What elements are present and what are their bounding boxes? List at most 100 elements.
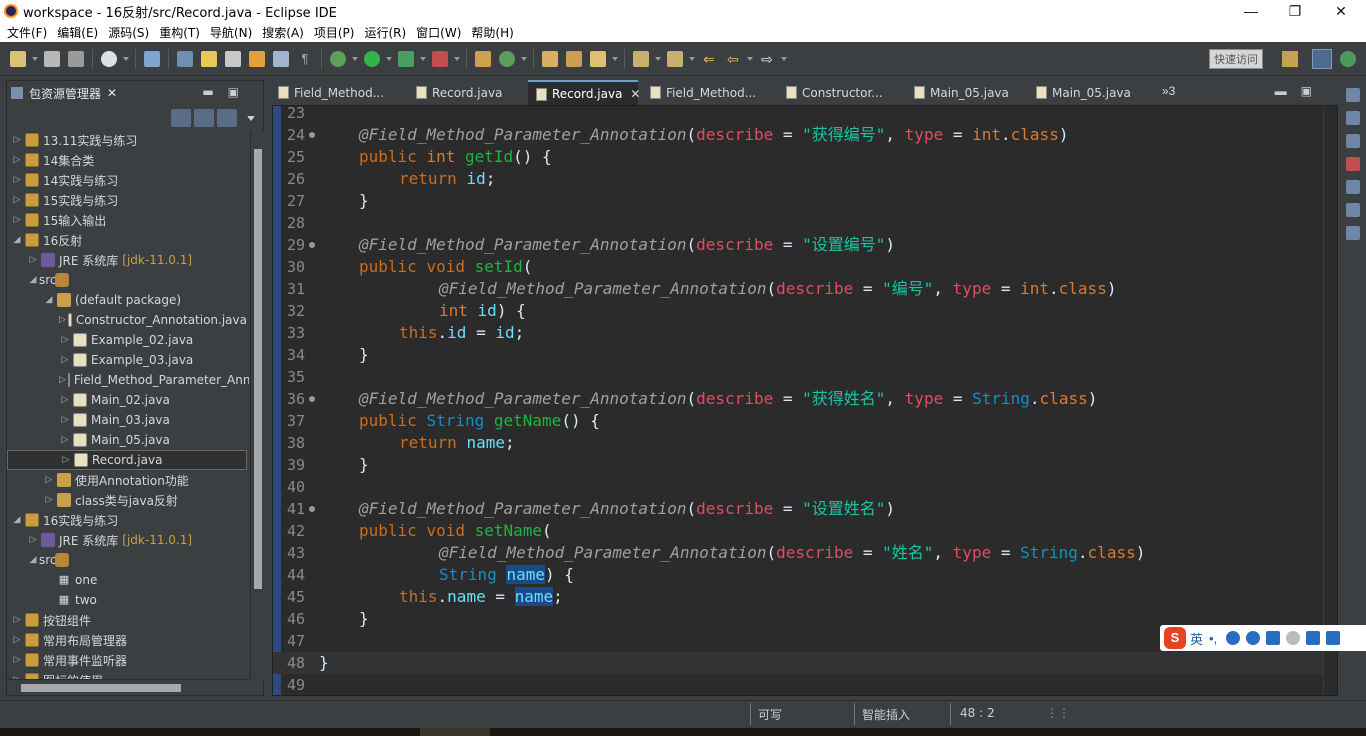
debug-icon[interactable] (330, 50, 346, 67)
tree-item[interactable]: ◢ src (7, 270, 247, 290)
console-icon[interactable] (1346, 226, 1360, 240)
tree-item[interactable]: ▷ Constructor_Annotation.java (7, 310, 247, 330)
problems-icon[interactable] (1346, 157, 1360, 171)
expand-arrow-icon[interactable]: ◢ (27, 555, 39, 565)
expand-arrow-icon[interactable]: ▷ (59, 395, 71, 405)
expand-arrow-icon[interactable]: ◢ (11, 515, 23, 525)
new-class-icon[interactable] (499, 50, 515, 67)
skip-breakpoints-icon[interactable] (144, 50, 160, 67)
expand-arrow-icon[interactable]: ▷ (59, 335, 71, 345)
code-line[interactable]: 31 @Field_Method_Parameter_Annotation(des… (273, 278, 1323, 300)
taskbar-item[interactable] (420, 728, 490, 736)
word-wrap-icon[interactable] (249, 50, 265, 67)
tree-item[interactable]: ▷ 13.11实践与练习 (7, 131, 247, 150)
dropdown-icon[interactable] (781, 56, 787, 61)
dropdown-icon[interactable] (420, 56, 426, 61)
tree-vertical-scrollbar[interactable] (250, 131, 264, 679)
menu-edit[interactable]: 编辑(E) (52, 24, 103, 41)
scroll-thumb[interactable] (21, 684, 181, 692)
open-package-icon[interactable] (566, 50, 582, 67)
code-line[interactable]: 26 return id; (273, 168, 1323, 190)
task-list-icon[interactable] (1346, 111, 1360, 125)
code-line[interactable]: 30 public void setId( (273, 256, 1323, 278)
close-tab-icon[interactable]: ✕ (630, 87, 640, 101)
java-perspective-icon[interactable] (1312, 49, 1332, 69)
tree-item[interactable]: ▷ Record.java (7, 450, 247, 470)
code-line[interactable]: 33 this.id = id; (273, 322, 1323, 344)
tree-item[interactable]: ▷ JRE 系统库 [jdk-11.0.1] (7, 250, 247, 270)
code-line[interactable]: 27} (273, 190, 1323, 212)
close-view-icon[interactable]: ✕ (107, 86, 117, 100)
expand-arrow-icon[interactable]: ▷ (11, 615, 23, 625)
tree-item[interactable]: ▷ Main_05.java (7, 430, 247, 450)
mark-occurrences-icon[interactable] (201, 50, 217, 67)
package-explorer-title[interactable]: 包资源管理器 (29, 85, 101, 102)
dropdown-icon[interactable] (747, 56, 753, 61)
link-with-editor-icon[interactable] (194, 109, 214, 127)
menu-navigate[interactable]: 导航(N) (205, 24, 257, 41)
tree-item[interactable]: ▷ 按钮组件 (7, 610, 247, 630)
run-icon[interactable] (364, 50, 380, 67)
expand-arrow-icon[interactable]: ▷ (27, 255, 39, 265)
expand-arrow-icon[interactable]: ▷ (27, 535, 39, 545)
expand-arrow-icon[interactable]: ▷ (11, 215, 23, 225)
dropdown-icon[interactable] (689, 56, 695, 61)
editor-tab[interactable]: Main_05.java (1028, 80, 1146, 105)
menu-source[interactable]: 源码(S) (103, 24, 154, 41)
dropdown-icon[interactable] (454, 56, 460, 61)
tree-item[interactable]: ▷图标的使用 (7, 670, 247, 679)
open-perspective-icon[interactable] (1282, 51, 1298, 67)
expand-arrow-icon[interactable]: ▷ (59, 355, 71, 365)
back-icon[interactable]: ⇦ (725, 51, 741, 67)
code-line[interactable]: 28 (273, 212, 1323, 234)
declaration-icon[interactable] (1346, 203, 1360, 217)
tree-item[interactable]: ◢ 16反射 (7, 230, 247, 250)
user-icon[interactable] (1286, 631, 1301, 645)
code-line[interactable]: 43 @Field_Method_Parameter_Annotation(des… (273, 542, 1323, 564)
next-annotation-icon[interactable] (633, 50, 649, 67)
menu-search[interactable]: 搜索(A) (257, 24, 309, 41)
code-line[interactable]: 23 (273, 106, 1323, 124)
menu-file[interactable]: 文件(F) (2, 24, 52, 41)
tree-item[interactable]: ▷ Main_03.java (7, 410, 247, 430)
expand-arrow-icon[interactable]: ▷ (59, 315, 66, 325)
menu-window[interactable]: 窗口(W) (411, 24, 466, 41)
close-window-button[interactable]: ✕ (1318, 0, 1364, 22)
show-whitespace-icon[interactable] (273, 50, 289, 67)
fold-toggle-icon[interactable] (309, 506, 315, 512)
editor-tab[interactable]: Record.java ✕ (528, 80, 640, 105)
code-line[interactable]: 38 return name; (273, 432, 1323, 454)
expand-arrow-icon[interactable]: ▷ (11, 635, 23, 645)
expand-arrow-icon[interactable]: ▷ (11, 655, 23, 665)
new-icon[interactable] (10, 50, 26, 67)
code-line[interactable]: 29 @Field_Method_Parameter_Annotation(des… (273, 234, 1323, 256)
microphone-icon[interactable] (1246, 631, 1261, 645)
tree-item[interactable]: ▷ JRE 系统库 [jdk-11.0.1] (7, 530, 247, 550)
code-line[interactable]: 45 this.name = name; (273, 586, 1323, 608)
menu-project[interactable]: 项目(P) (309, 24, 360, 41)
dropdown-icon[interactable] (521, 56, 527, 61)
javadoc-icon[interactable] (1346, 180, 1360, 194)
tree-item[interactable]: ▷ 常用事件监听器 (7, 650, 247, 670)
code-line[interactable]: 32 int id) { (273, 300, 1323, 322)
code-line[interactable]: 48} (273, 652, 1323, 674)
dropdown-icon[interactable] (352, 56, 358, 61)
editor-vertical-scrollbar[interactable] (1323, 106, 1337, 695)
tree-item[interactable]: ▷ Main_02.java (7, 390, 247, 410)
editor-tab[interactable]: Field_Method... (642, 80, 774, 105)
open-type-icon[interactable] (177, 50, 193, 67)
code-line[interactable]: 25 public int getId() { (273, 146, 1323, 168)
tree-item[interactable]: ▷ 15实践与练习 (7, 190, 247, 210)
tree-item[interactable]: ▦ two (7, 590, 247, 610)
scroll-thumb[interactable] (254, 149, 262, 589)
tree-item[interactable]: ▦ one (7, 570, 247, 590)
code-line[interactable]: 40 (273, 476, 1323, 498)
view-menu-icon[interactable] (247, 115, 255, 121)
dropdown-icon[interactable] (655, 56, 661, 61)
fold-toggle-icon[interactable] (309, 132, 315, 138)
fold-toggle-icon[interactable] (309, 242, 315, 248)
code-line[interactable]: 36 @Field_Method_Parameter_Annotation(des… (273, 388, 1323, 410)
dropdown-icon[interactable] (386, 56, 392, 61)
tree-item[interactable]: ◢ (default package) (7, 290, 247, 310)
external-tools-icon[interactable] (432, 50, 448, 67)
